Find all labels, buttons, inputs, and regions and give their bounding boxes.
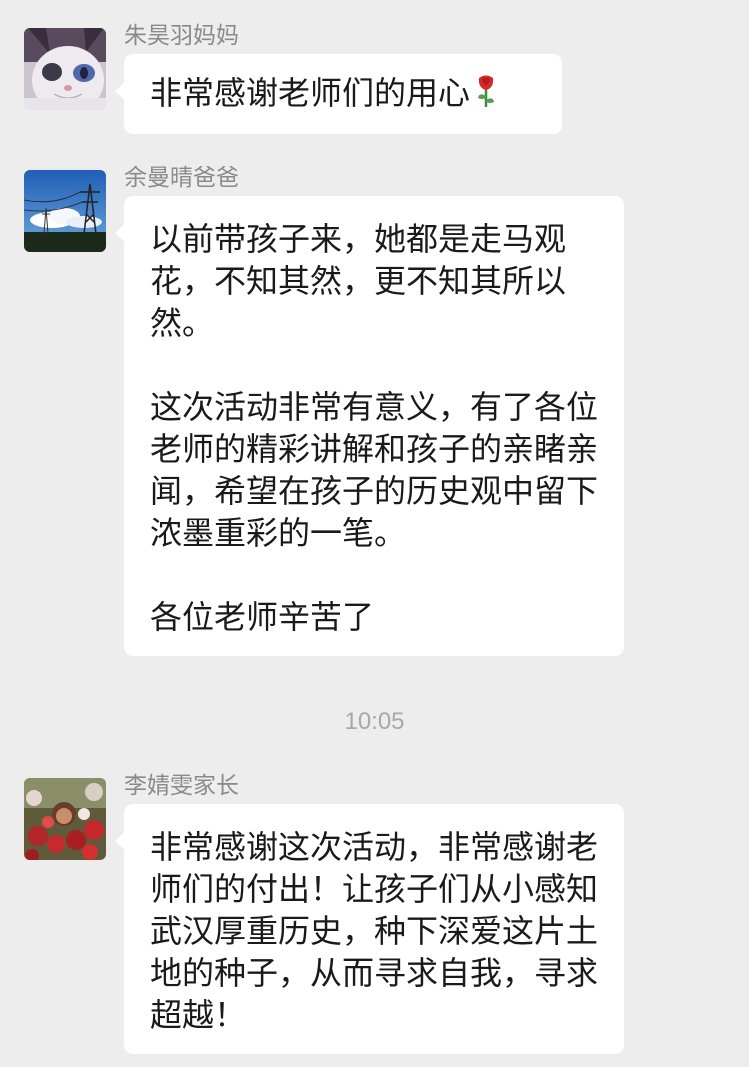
- message-bubble[interactable]: 以前带孩子来，她都是走马观花，不知其然，更不知其所以然。 这次活动非常有意义，有…: [115, 196, 624, 656]
- sender-name: 余曼晴爸爸: [124, 165, 239, 191]
- power-tower-avatar-icon[interactable]: [24, 170, 106, 252]
- sender-name: 朱昊羽妈妈: [124, 23, 239, 49]
- message-text: 非常感谢老师们的用心: [150, 74, 471, 112]
- message-bubble[interactable]: 非常感谢这次活动，非常感谢老师们的付出！让孩子们从小感知武汉厚重历史，种下深爱这…: [115, 804, 624, 1054]
- message-paragraph: 以前带孩子来，她都是走马观花，不知其然，更不知其所以然。: [150, 220, 567, 342]
- timestamp: 10:05: [344, 708, 405, 735]
- chat-message: 朱昊羽妈妈 非常感谢老师们的用心: [24, 23, 724, 138]
- cat-avatar-icon[interactable]: [24, 28, 106, 110]
- chat-message: 李婧雯家长 非常感谢这次活动，非常感谢老师们的付出！让孩子们从小感知武汉厚重历史…: [24, 773, 724, 1058]
- rose-icon: [476, 74, 496, 118]
- flowers-avatar-icon[interactable]: [24, 778, 106, 860]
- message-paragraph: 这次活动非常有意义，有了各位老师的精彩讲解和孩子的亲睹亲闻，希望在孩子的历史观中…: [150, 388, 599, 552]
- message-paragraph: 各位老师辛苦了: [150, 598, 375, 636]
- message-text: 非常感谢这次活动，非常感谢老师们的付出！让孩子们从小感知武汉厚重历史，种下深爱这…: [150, 828, 599, 1034]
- chat-message: 余曼晴爸爸 以前带孩子来，她都是走马观花，不知其然，更不知其所以然。 这次活动非…: [24, 165, 724, 660]
- message-bubble[interactable]: 非常感谢老师们的用心: [115, 54, 562, 134]
- sender-name: 李婧雯家长: [124, 773, 239, 799]
